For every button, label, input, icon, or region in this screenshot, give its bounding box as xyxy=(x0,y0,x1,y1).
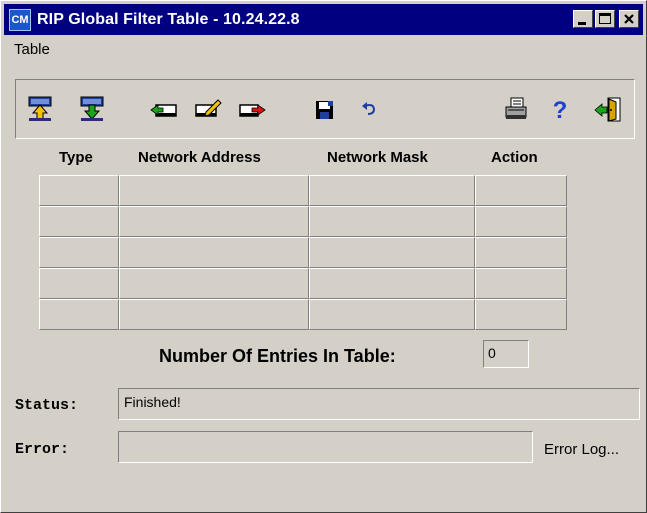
table-cell[interactable] xyxy=(309,237,475,268)
table-cell[interactable] xyxy=(119,175,309,206)
add-entry-icon[interactable] xyxy=(150,95,178,123)
table-cell[interactable] xyxy=(39,175,119,206)
app-icon[interactable]: CM xyxy=(9,8,31,31)
table-cell[interactable] xyxy=(39,268,119,299)
error-field xyxy=(118,431,533,463)
download-icon[interactable] xyxy=(78,95,106,123)
window: CM RIP Global Filter Table - 10.24.22.8 … xyxy=(0,0,647,513)
menu-table[interactable]: Table xyxy=(14,41,50,58)
undo-icon[interactable] xyxy=(356,95,384,123)
window-title: RIP Global Filter Table - 10.24.22.8 xyxy=(37,10,300,28)
table-cell[interactable] xyxy=(475,268,567,299)
exit-icon[interactable] xyxy=(594,95,622,123)
menu-bar: Table xyxy=(4,37,643,63)
error-log-link[interactable]: Error Log... xyxy=(544,441,619,458)
table-cell[interactable] xyxy=(475,206,567,237)
minimize-button[interactable] xyxy=(573,10,593,28)
delete-entry-icon[interactable] xyxy=(238,95,266,123)
close-icon xyxy=(624,14,634,24)
print-icon[interactable] xyxy=(502,95,530,123)
table-cell[interactable] xyxy=(309,299,475,330)
table-cell[interactable] xyxy=(119,206,309,237)
table-cell[interactable] xyxy=(39,237,119,268)
maximize-icon xyxy=(599,13,611,24)
close-button[interactable] xyxy=(619,10,639,28)
toolbar: ? xyxy=(15,79,635,139)
table-cell[interactable] xyxy=(39,299,119,330)
column-header-type: Type xyxy=(59,149,93,166)
minimize-icon xyxy=(578,22,586,25)
table-cell[interactable] xyxy=(119,268,309,299)
column-header-network-address: Network Address xyxy=(138,149,261,166)
entries-count: 0 xyxy=(483,340,529,368)
table-cell[interactable] xyxy=(39,206,119,237)
table-cell[interactable] xyxy=(475,237,567,268)
upload-icon[interactable] xyxy=(26,95,54,123)
table-cell[interactable] xyxy=(475,299,567,330)
title-buttons xyxy=(573,10,639,28)
column-header-network-mask: Network Mask xyxy=(327,149,428,166)
status-label: Status: xyxy=(15,397,79,414)
table-cell[interactable] xyxy=(309,206,475,237)
help-icon[interactable]: ? xyxy=(546,95,574,123)
edit-entry-icon[interactable] xyxy=(194,95,222,123)
table-cell[interactable] xyxy=(475,175,567,206)
error-label: Error: xyxy=(15,441,70,458)
maximize-button[interactable] xyxy=(595,10,615,28)
table-cell[interactable] xyxy=(119,237,309,268)
svg-text:?: ? xyxy=(553,97,568,123)
title-bar[interactable]: CM RIP Global Filter Table - 10.24.22.8 xyxy=(4,4,643,35)
table-cell[interactable] xyxy=(309,268,475,299)
table-cell[interactable] xyxy=(119,299,309,330)
status-field: Finished! xyxy=(118,388,640,420)
save-icon[interactable] xyxy=(310,95,338,123)
column-header-action: Action xyxy=(491,149,538,166)
table-cell[interactable] xyxy=(309,175,475,206)
entries-label: Number Of Entries In Table: xyxy=(159,346,396,366)
